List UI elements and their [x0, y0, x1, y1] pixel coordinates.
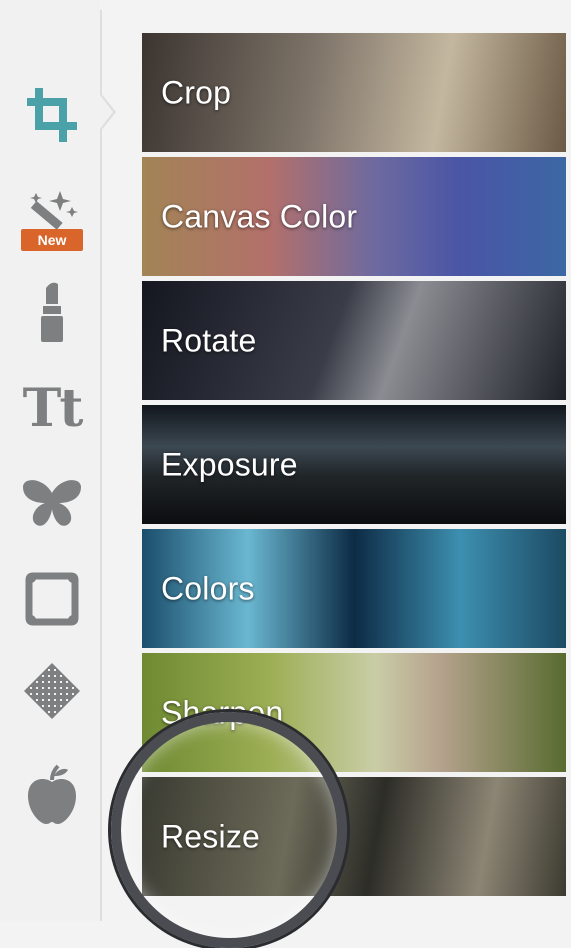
menu-item-label: Resize	[161, 818, 261, 854]
sidebar-tool-crop[interactable]	[14, 80, 90, 150]
sidebar-divider	[100, 10, 102, 921]
menu-item-exposure[interactable]: Exposure	[142, 405, 566, 524]
menu-item-canvas-color[interactable]: Canvas Color	[142, 157, 566, 276]
lipstick-icon	[40, 280, 64, 342]
new-badge: New	[21, 229, 83, 251]
menu-item-label: Exposure	[161, 446, 298, 482]
texture-icon	[22, 661, 82, 721]
frame-icon	[25, 572, 79, 626]
menu-item-resize[interactable]: Resize	[142, 777, 566, 896]
menu-item-crop[interactable]: Crop	[142, 33, 566, 152]
menu-item-sharpen[interactable]: Sharpen	[142, 653, 566, 772]
menu-item-label: Colors	[161, 570, 255, 606]
menu-item-label: Canvas Color	[161, 198, 358, 234]
sidebar-tool-stickers[interactable]	[14, 760, 90, 830]
basic-edits-panel: Crop Canvas Color Rotate Exposure Colors…	[142, 33, 566, 913]
apple-icon	[24, 764, 80, 826]
menu-item-colors[interactable]: Colors	[142, 529, 566, 648]
sidebar-tool-text[interactable]: Tt	[14, 374, 90, 444]
crop-icon	[27, 88, 77, 142]
menu-item-label: Rotate	[161, 322, 257, 358]
menu-item-rotate[interactable]: Rotate	[142, 281, 566, 400]
text-icon: Tt	[22, 378, 84, 439]
sidebar-tool-overlays[interactable]	[14, 468, 90, 538]
butterfly-icon	[21, 477, 83, 529]
sidebar-tool-textures[interactable]	[14, 656, 90, 726]
menu-item-label: Crop	[161, 74, 232, 110]
sidebar-tool-frames[interactable]	[14, 564, 90, 634]
menu-item-label: Sharpen	[161, 694, 284, 730]
sidebar-tool-touch-up[interactable]	[14, 276, 90, 346]
